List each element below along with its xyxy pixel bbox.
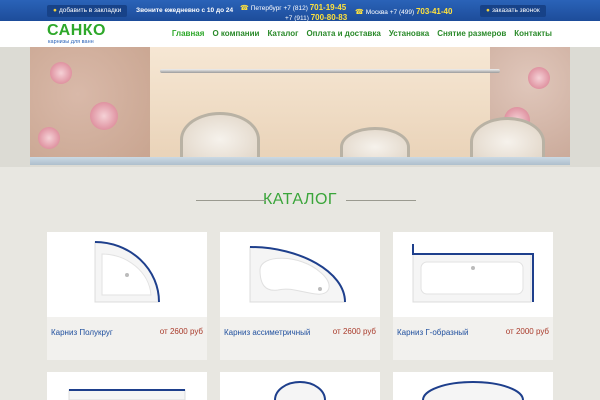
request-call-button[interactable]: ● заказать звонок (480, 5, 546, 17)
phone-icon: ● (486, 7, 490, 14)
product-name[interactable]: Карниз Г-образный (397, 327, 487, 339)
msk-phone[interactable]: 703-41-40 (416, 7, 452, 16)
asymmetric-bath-image (249, 246, 346, 303)
catalog-card-l-shaped[interactable]: Карниз Г-образный от 2000 руб (393, 232, 553, 360)
divider (346, 200, 416, 201)
add-bookmark-label: добавить в закладки (58, 7, 122, 14)
card-footer: Карниз Г-образный от 2000 руб (393, 317, 553, 360)
nav-about[interactable]: О компании (212, 29, 259, 38)
phone-icon: ☎ (355, 9, 364, 16)
nav-payment-delivery[interactable]: Оплата и доставка (306, 29, 380, 38)
working-hours: Звоните ежедневно с 10 до 24 (136, 7, 234, 14)
msk-phone-block: ☎ Москва +7 (499) 703-41-40 (355, 7, 452, 16)
main-nav: Главная О компании Каталог Оплата и дост… (172, 29, 552, 38)
catalog-card-next[interactable] (47, 372, 207, 400)
top-bar: ● добавить в закладки Звоните ежедневно с… (0, 0, 600, 23)
flower-decor (50, 62, 72, 84)
catalog-heading: КАТАЛОГ (0, 190, 600, 210)
product-price: от 2000 руб (505, 327, 549, 336)
flower-decor (528, 67, 550, 89)
spb-label: Петербург +7 (812) (250, 5, 308, 12)
catalog-card-next[interactable] (220, 372, 380, 400)
logo-tagline: карнизы для ванн (48, 39, 94, 45)
product-price: от 2600 руб (332, 327, 376, 336)
add-bookmark-button[interactable]: ● добавить в закладки (47, 5, 128, 17)
catalog-card-next[interactable] (393, 372, 553, 400)
hero-banner-wrap (0, 47, 600, 167)
product-name[interactable]: Карниз Полукруг (51, 327, 141, 339)
msk-label: Москва +7 (499) (365, 9, 415, 16)
bath-image (68, 389, 186, 400)
catalog-card-asymmetric[interactable]: Карниз ассиметричный от 2600 руб (220, 232, 380, 360)
semicircle-bath-image (94, 241, 160, 303)
spb-phones: ☎ Петербург +7 (812) 701-19-45 +7 (911) 7… (240, 3, 347, 23)
spb-phone-1[interactable]: 701-19-45 (310, 3, 346, 12)
bath-image (422, 381, 524, 400)
catalog-title: КАТАЛОГ (262, 191, 338, 208)
logo[interactable]: САНКО (47, 22, 106, 40)
request-call-label: заказать звонок (491, 7, 540, 14)
nav-contacts[interactable]: Контакты (514, 29, 552, 38)
site-header: САНКО карнизы для ванн Главная О компани… (0, 21, 600, 47)
phone-icon: ☎ (240, 5, 249, 12)
card-footer: Карниз Полукруг от 2600 руб (47, 317, 207, 360)
hero-banner-image (30, 47, 570, 165)
nav-measurements[interactable]: Снятие размеров (437, 29, 506, 38)
product-price: от 2600 руб (159, 327, 203, 336)
card-footer: Карниз ассиметричный от 2600 руб (220, 317, 380, 360)
nav-catalog[interactable]: Каталог (267, 29, 298, 38)
flower-decor (90, 102, 118, 130)
l-shaped-bath-image (412, 244, 534, 303)
star-icon: ● (53, 7, 57, 14)
nav-home[interactable]: Главная (172, 29, 205, 38)
nav-installation[interactable]: Установка (389, 29, 429, 38)
curtain-rod-decor (160, 69, 500, 73)
bath-image (274, 381, 326, 400)
catalog-card-semicircle[interactable]: Карниз Полукруг от 2600 руб (47, 232, 207, 360)
hero-floor (30, 157, 570, 165)
divider (196, 200, 266, 201)
product-name[interactable]: Карниз ассиметричный (224, 327, 314, 339)
flower-decor (38, 127, 60, 149)
